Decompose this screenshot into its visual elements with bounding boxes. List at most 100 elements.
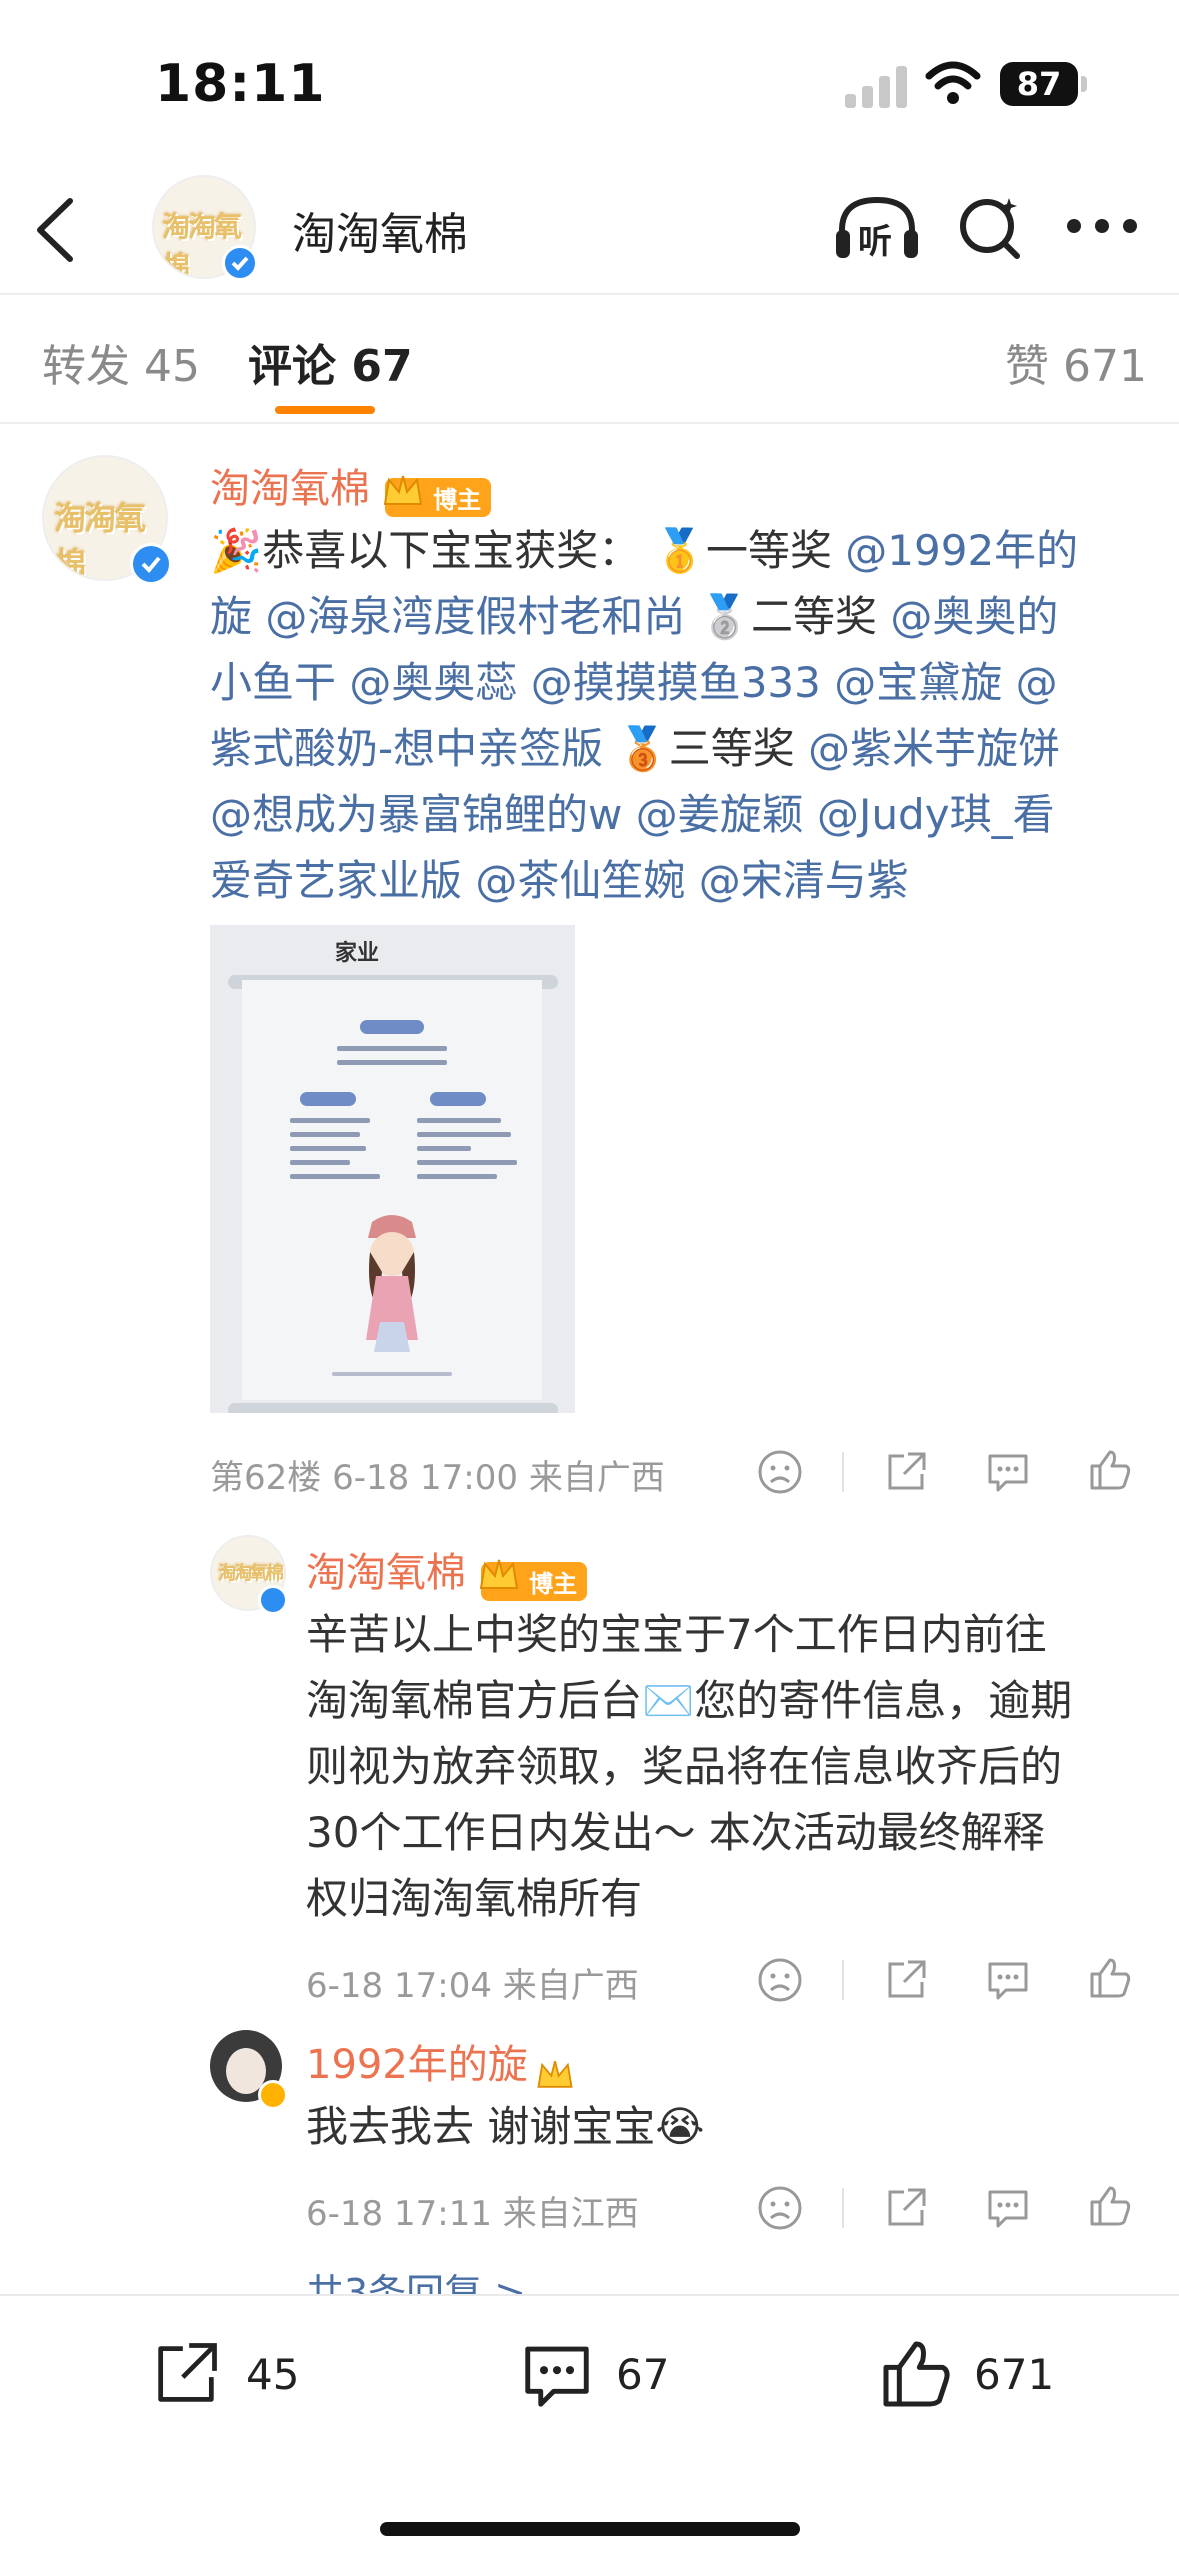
mention-link[interactable]: 紫式酸奶-想中亲签版 xyxy=(210,724,603,773)
more-icon[interactable] xyxy=(1066,218,1138,234)
poster-line xyxy=(337,1060,447,1065)
share-icon[interactable] xyxy=(882,2184,930,2232)
mention-link[interactable]: 旋 @海泉湾度假村老和尚 xyxy=(210,592,685,641)
reply-icon[interactable] xyxy=(984,1448,1032,1496)
tab-repost-label: 转发 xyxy=(42,341,130,392)
like-icon xyxy=(883,2341,950,2407)
action-separator xyxy=(842,1960,844,2000)
reply-icon[interactable] xyxy=(984,2184,1032,2232)
verified-icon xyxy=(258,2080,288,2110)
poster-pill xyxy=(430,1092,486,1106)
reply-line: 淘淘氧棉官方后台✉️您的寄件信息，逾期 xyxy=(306,1676,1073,1725)
tab-comments[interactable]: 评论 67 xyxy=(248,330,413,394)
poster-line xyxy=(290,1132,360,1137)
status-time: 18:11 xyxy=(155,54,326,114)
reply-author[interactable]: 1992年的旋 xyxy=(306,2042,528,2088)
share-icon xyxy=(158,2343,217,2402)
blogger-badge-label: 博主 xyxy=(529,1570,578,1598)
poster-line xyxy=(290,1174,380,1179)
prize-poster-image[interactable]: 家业 xyxy=(210,925,575,1413)
tabs-divider xyxy=(0,422,1179,424)
dislike-face-icon[interactable] xyxy=(756,1956,804,2004)
header-title[interactable]: 淘淘氧棉 xyxy=(292,198,468,262)
wifi-icon xyxy=(925,61,981,104)
comment-author[interactable]: 淘淘氧棉 xyxy=(210,466,370,512)
verified-icon xyxy=(130,543,172,585)
comment-count: 67 xyxy=(616,2350,670,2399)
poster-line xyxy=(337,1046,447,1051)
chibi-character-illustration xyxy=(366,1215,418,1352)
comment-line: 🎉恭喜以下宝宝获奖： 🥇一等奖 @1992年的 xyxy=(210,518,1150,584)
mention-link[interactable]: @紫米芋旋饼 xyxy=(808,724,1060,773)
repost-count: 45 xyxy=(246,2350,300,2399)
comment-line: 爱奇艺家业版 @茶仙笙婉 @宋清与紫 xyxy=(210,848,1150,914)
reply-line: 则视为放弃领取，奖品将在信息收齐后的 xyxy=(306,1742,1063,1791)
reply-author-row: 1992年的旋 xyxy=(306,2032,577,2096)
comment-line: @想成为暴富锦鲤的w @姜旋颖 @Judy琪_看 xyxy=(210,782,1150,848)
comment-text: 🎉恭喜以下宝宝获奖： 🥇一等奖 xyxy=(210,526,846,575)
mention-link[interactable]: 爱奇艺家业版 @茶仙笙婉 @宋清与紫 xyxy=(210,856,909,905)
mention-link[interactable]: @奥奥的 xyxy=(890,592,1058,641)
blogger-badge-label: 博主 xyxy=(433,486,482,514)
back-arrow-icon[interactable] xyxy=(30,195,80,265)
tab-repost[interactable]: 转发 45 xyxy=(42,330,200,394)
tab-repost-count: 45 xyxy=(144,341,200,392)
like-icon[interactable] xyxy=(1086,1954,1134,2002)
poster-line xyxy=(417,1132,511,1137)
share-icon[interactable] xyxy=(882,1448,930,1496)
reply-author[interactable]: 淘淘氧棉 xyxy=(306,1550,466,1596)
mention-link[interactable]: 小鱼干 @奥奥蕊 @摸摸摸鱼333 @宝黛旋 @ xyxy=(210,658,1058,707)
reply-avatar-logo-text: 淘淘氧棉 xyxy=(218,1563,284,1584)
reply-body: 辛苦以上中奖的宝宝于7个工作日内前往 淘淘氧棉官方后台✉️您的寄件信息，逾期 则… xyxy=(306,1602,1156,1932)
poster-line xyxy=(290,1146,366,1151)
bottom-action-bar: 45 67 671 xyxy=(0,2294,1179,2558)
comment-text: 🥈二等奖 xyxy=(685,592,891,641)
poster-title: 家业 xyxy=(335,941,380,966)
home-indicator xyxy=(380,2522,800,2536)
repost-button[interactable]: 45 xyxy=(148,2336,348,2426)
comment-icon xyxy=(525,2346,589,2407)
comment-author-row: 淘淘氧棉 博主 xyxy=(210,456,492,517)
listen-button[interactable]: 听 xyxy=(832,192,922,264)
reply-icon[interactable] xyxy=(984,1956,1032,2004)
blogger-badge: 博主 xyxy=(479,1559,588,1601)
reply-body: 我去我去 谢谢宝宝😭 xyxy=(306,2102,705,2151)
poster-pill xyxy=(360,1020,424,1034)
comment-line: 紫式酸奶-想中亲签版 🥉三等奖 @紫米芋旋饼 xyxy=(210,716,1150,782)
tab-likes-label: 赞 xyxy=(1005,341,1049,392)
poster-footnote xyxy=(332,1372,452,1376)
search-icon[interactable] xyxy=(955,190,1025,262)
like-icon[interactable] xyxy=(1086,2182,1134,2230)
poster-pill xyxy=(300,1092,356,1106)
verified-icon xyxy=(222,245,258,281)
tab-comments-count: 67 xyxy=(351,341,413,392)
mention-link[interactable]: @想成为暴富锦鲤的w @姜旋颖 @Judy琪_看 xyxy=(210,790,1055,839)
poster-line xyxy=(290,1160,350,1165)
dislike-face-icon[interactable] xyxy=(756,1448,804,1496)
dislike-face-icon[interactable] xyxy=(756,2184,804,2232)
battery-indicator: 87 xyxy=(1000,62,1078,106)
crown-icon xyxy=(537,2060,573,2088)
comment-button[interactable]: 67 xyxy=(518,2336,718,2426)
tab-likes[interactable]: 赞 671 xyxy=(1005,330,1147,394)
comment-line: 旋 @海泉湾度假村老和尚 🥈二等奖 @奥奥的 xyxy=(210,584,1150,650)
reply-line: 辛苦以上中奖的宝宝于7个工作日内前往 xyxy=(306,1610,1047,1659)
poster-line xyxy=(417,1146,471,1151)
reply-line: 30个工作日内发出～ 本次活动最终解释 xyxy=(306,1808,1045,1857)
poster-line xyxy=(417,1160,517,1165)
comment-meta: 第62楼 6-18 17:00 来自广西 xyxy=(210,1458,665,1498)
poster-line xyxy=(290,1118,370,1123)
mention-link[interactable]: @1992年的 xyxy=(845,526,1078,575)
poster-line xyxy=(417,1174,497,1179)
like-icon[interactable] xyxy=(1086,1446,1134,1494)
share-icon[interactable] xyxy=(882,1956,930,2004)
crown-icon xyxy=(383,475,423,505)
reply-meta: 6-18 17:04 来自广西 xyxy=(306,1966,639,2006)
tab-comments-label: 评论 xyxy=(248,341,336,392)
comment-line: 小鱼干 @奥奥蕊 @摸摸摸鱼333 @宝黛旋 @ xyxy=(210,650,1150,716)
listen-label: 听 xyxy=(858,222,892,262)
like-button[interactable]: 671 xyxy=(876,2334,1096,2424)
action-separator xyxy=(842,1452,844,1492)
blogger-badge: 博主 xyxy=(383,475,492,517)
crown-icon xyxy=(479,1559,519,1589)
